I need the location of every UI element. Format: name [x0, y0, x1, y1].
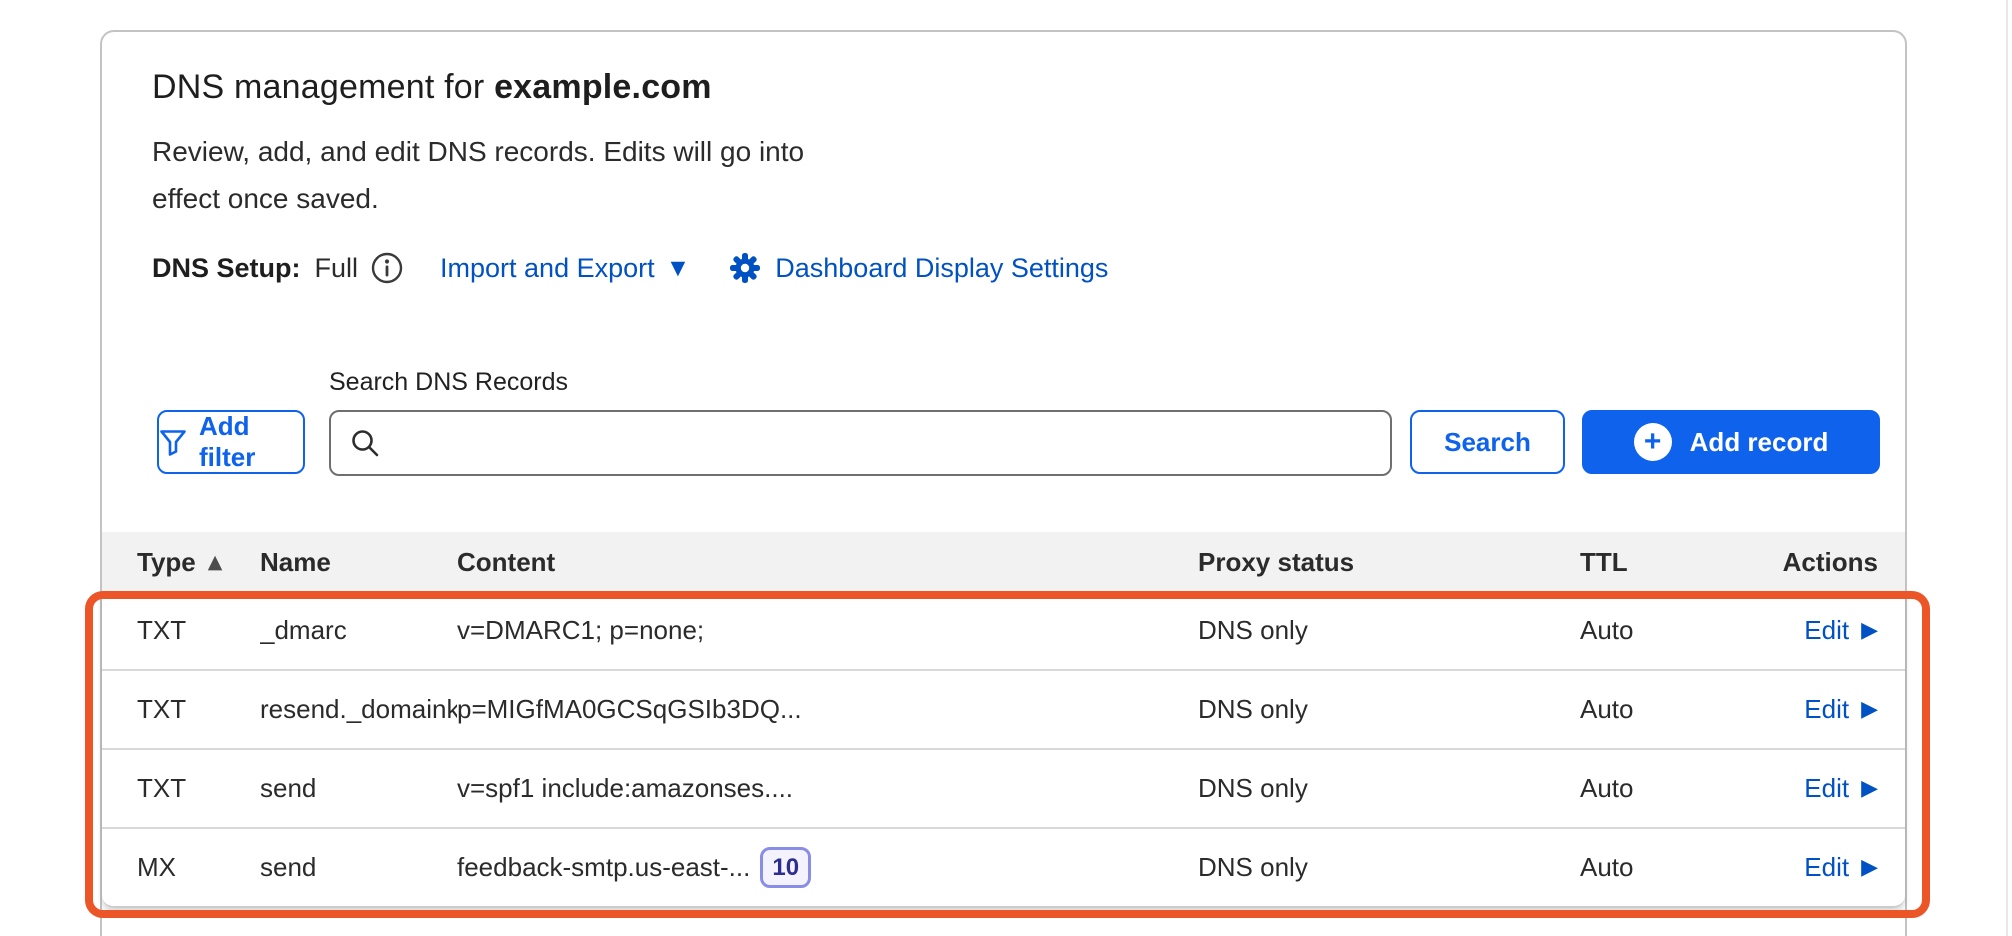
- edit-record-button[interactable]: Edit ▶: [1804, 694, 1878, 725]
- cell-content: v=spf1 include:amazonses....: [457, 773, 1198, 804]
- column-header-name[interactable]: Name: [260, 547, 457, 578]
- dashboard-display-settings-label: Dashboard Display Settings: [775, 253, 1108, 284]
- table-body: TXT _dmarc v=DMARC1; p=none; DNS only Au…: [102, 592, 1905, 908]
- cell-ttl: Auto: [1580, 694, 1782, 725]
- chevron-down-icon: ▼: [671, 257, 686, 279]
- import-export-label: Import and Export: [440, 253, 655, 284]
- add-record-label: Add record: [1690, 427, 1829, 458]
- plus-icon: +: [1634, 423, 1672, 461]
- dns-management-card: DNS management for example.com Review, a…: [100, 30, 1907, 936]
- dns-management-page: DNS management for example.com Review, a…: [0, 0, 2012, 936]
- table-row: TXT _dmarc v=DMARC1; p=none; DNS only Au…: [102, 592, 1905, 671]
- import-export-link[interactable]: Import and Export ▼: [440, 253, 685, 284]
- column-header-actions: Actions: [1782, 547, 1878, 578]
- chevron-right-icon: ▶: [1861, 697, 1878, 722]
- cell-type: TXT: [137, 694, 260, 725]
- search-icon: [349, 427, 381, 459]
- mx-priority-badge: 10: [760, 847, 811, 888]
- dns-setup-row: DNS Setup: Full Import and Export ▼: [152, 248, 1108, 288]
- chevron-right-icon: ▶: [1861, 776, 1878, 801]
- search-button-label: Search: [1444, 427, 1531, 458]
- column-header-proxy-status[interactable]: Proxy status: [1198, 547, 1580, 578]
- sort-ascending-icon: ▲: [208, 551, 223, 573]
- cell-type: TXT: [137, 773, 260, 804]
- cell-proxy-status: DNS only: [1198, 852, 1580, 883]
- search-input-wrapper: [329, 410, 1392, 476]
- page-subtitle: Review, add, and edit DNS records. Edits…: [152, 128, 842, 222]
- window-edge-divider: [2006, 0, 2008, 936]
- add-filter-label: Add filter: [199, 411, 303, 473]
- table-row: TXT resend._domainkey p=MIGfMA0GCSqGSIb3…: [102, 671, 1905, 750]
- dashboard-display-settings-link[interactable]: Dashboard Display Settings: [729, 252, 1108, 284]
- info-icon[interactable]: [370, 251, 404, 285]
- cell-ttl: Auto: [1580, 615, 1782, 646]
- search-dns-records-label: Search DNS Records: [329, 368, 568, 397]
- page-title: DNS management for example.com: [152, 68, 712, 107]
- cell-ttl: Auto: [1580, 852, 1782, 883]
- cell-name: _dmarc: [260, 615, 457, 646]
- filter-funnel-icon: [159, 428, 187, 456]
- cell-name: resend._domainkey: [260, 694, 457, 725]
- cell-name: send: [260, 773, 457, 804]
- edit-record-button[interactable]: Edit ▶: [1804, 615, 1878, 646]
- cell-content: p=MIGfMA0GCSqGSIb3DQ...: [457, 694, 1198, 725]
- cell-type: TXT: [137, 615, 260, 646]
- gear-icon: [729, 252, 761, 284]
- edit-record-button[interactable]: Edit ▶: [1804, 852, 1878, 883]
- dns-records-table: Type ▲ Name Content Proxy status TTL Act…: [102, 532, 1905, 908]
- cell-type: MX: [137, 852, 260, 883]
- column-header-type[interactable]: Type ▲: [137, 547, 260, 578]
- page-title-prefix: DNS management for: [152, 68, 494, 106]
- cell-ttl: Auto: [1580, 773, 1782, 804]
- table-header-row: Type ▲ Name Content Proxy status TTL Act…: [102, 532, 1905, 592]
- chevron-right-icon: ▶: [1861, 618, 1878, 643]
- dns-setup-label: DNS Setup:: [152, 253, 301, 284]
- cell-proxy-status: DNS only: [1198, 773, 1580, 804]
- table-row: MX send feedback-smtp.us-east-... 10 DNS…: [102, 829, 1905, 908]
- search-input[interactable]: [393, 412, 1390, 474]
- chevron-right-icon: ▶: [1861, 855, 1878, 880]
- page-title-domain: example.com: [494, 68, 712, 106]
- controls-row: Add filter Search + Add record: [102, 410, 1909, 476]
- dns-setup-value: Full: [315, 253, 359, 284]
- table-row: TXT send v=spf1 include:amazonses.... DN…: [102, 750, 1905, 829]
- add-record-button[interactable]: + Add record: [1582, 410, 1880, 474]
- cell-proxy-status: DNS only: [1198, 615, 1580, 646]
- column-header-content[interactable]: Content: [457, 547, 1198, 578]
- edit-record-button[interactable]: Edit ▶: [1804, 773, 1878, 804]
- add-filter-button[interactable]: Add filter: [157, 410, 305, 474]
- cell-content: v=DMARC1; p=none;: [457, 615, 1198, 646]
- cell-content: feedback-smtp.us-east-... 10: [457, 847, 1198, 888]
- cell-proxy-status: DNS only: [1198, 694, 1580, 725]
- cell-name: send: [260, 852, 457, 883]
- column-header-ttl[interactable]: TTL: [1580, 547, 1782, 578]
- search-button[interactable]: Search: [1410, 410, 1565, 474]
